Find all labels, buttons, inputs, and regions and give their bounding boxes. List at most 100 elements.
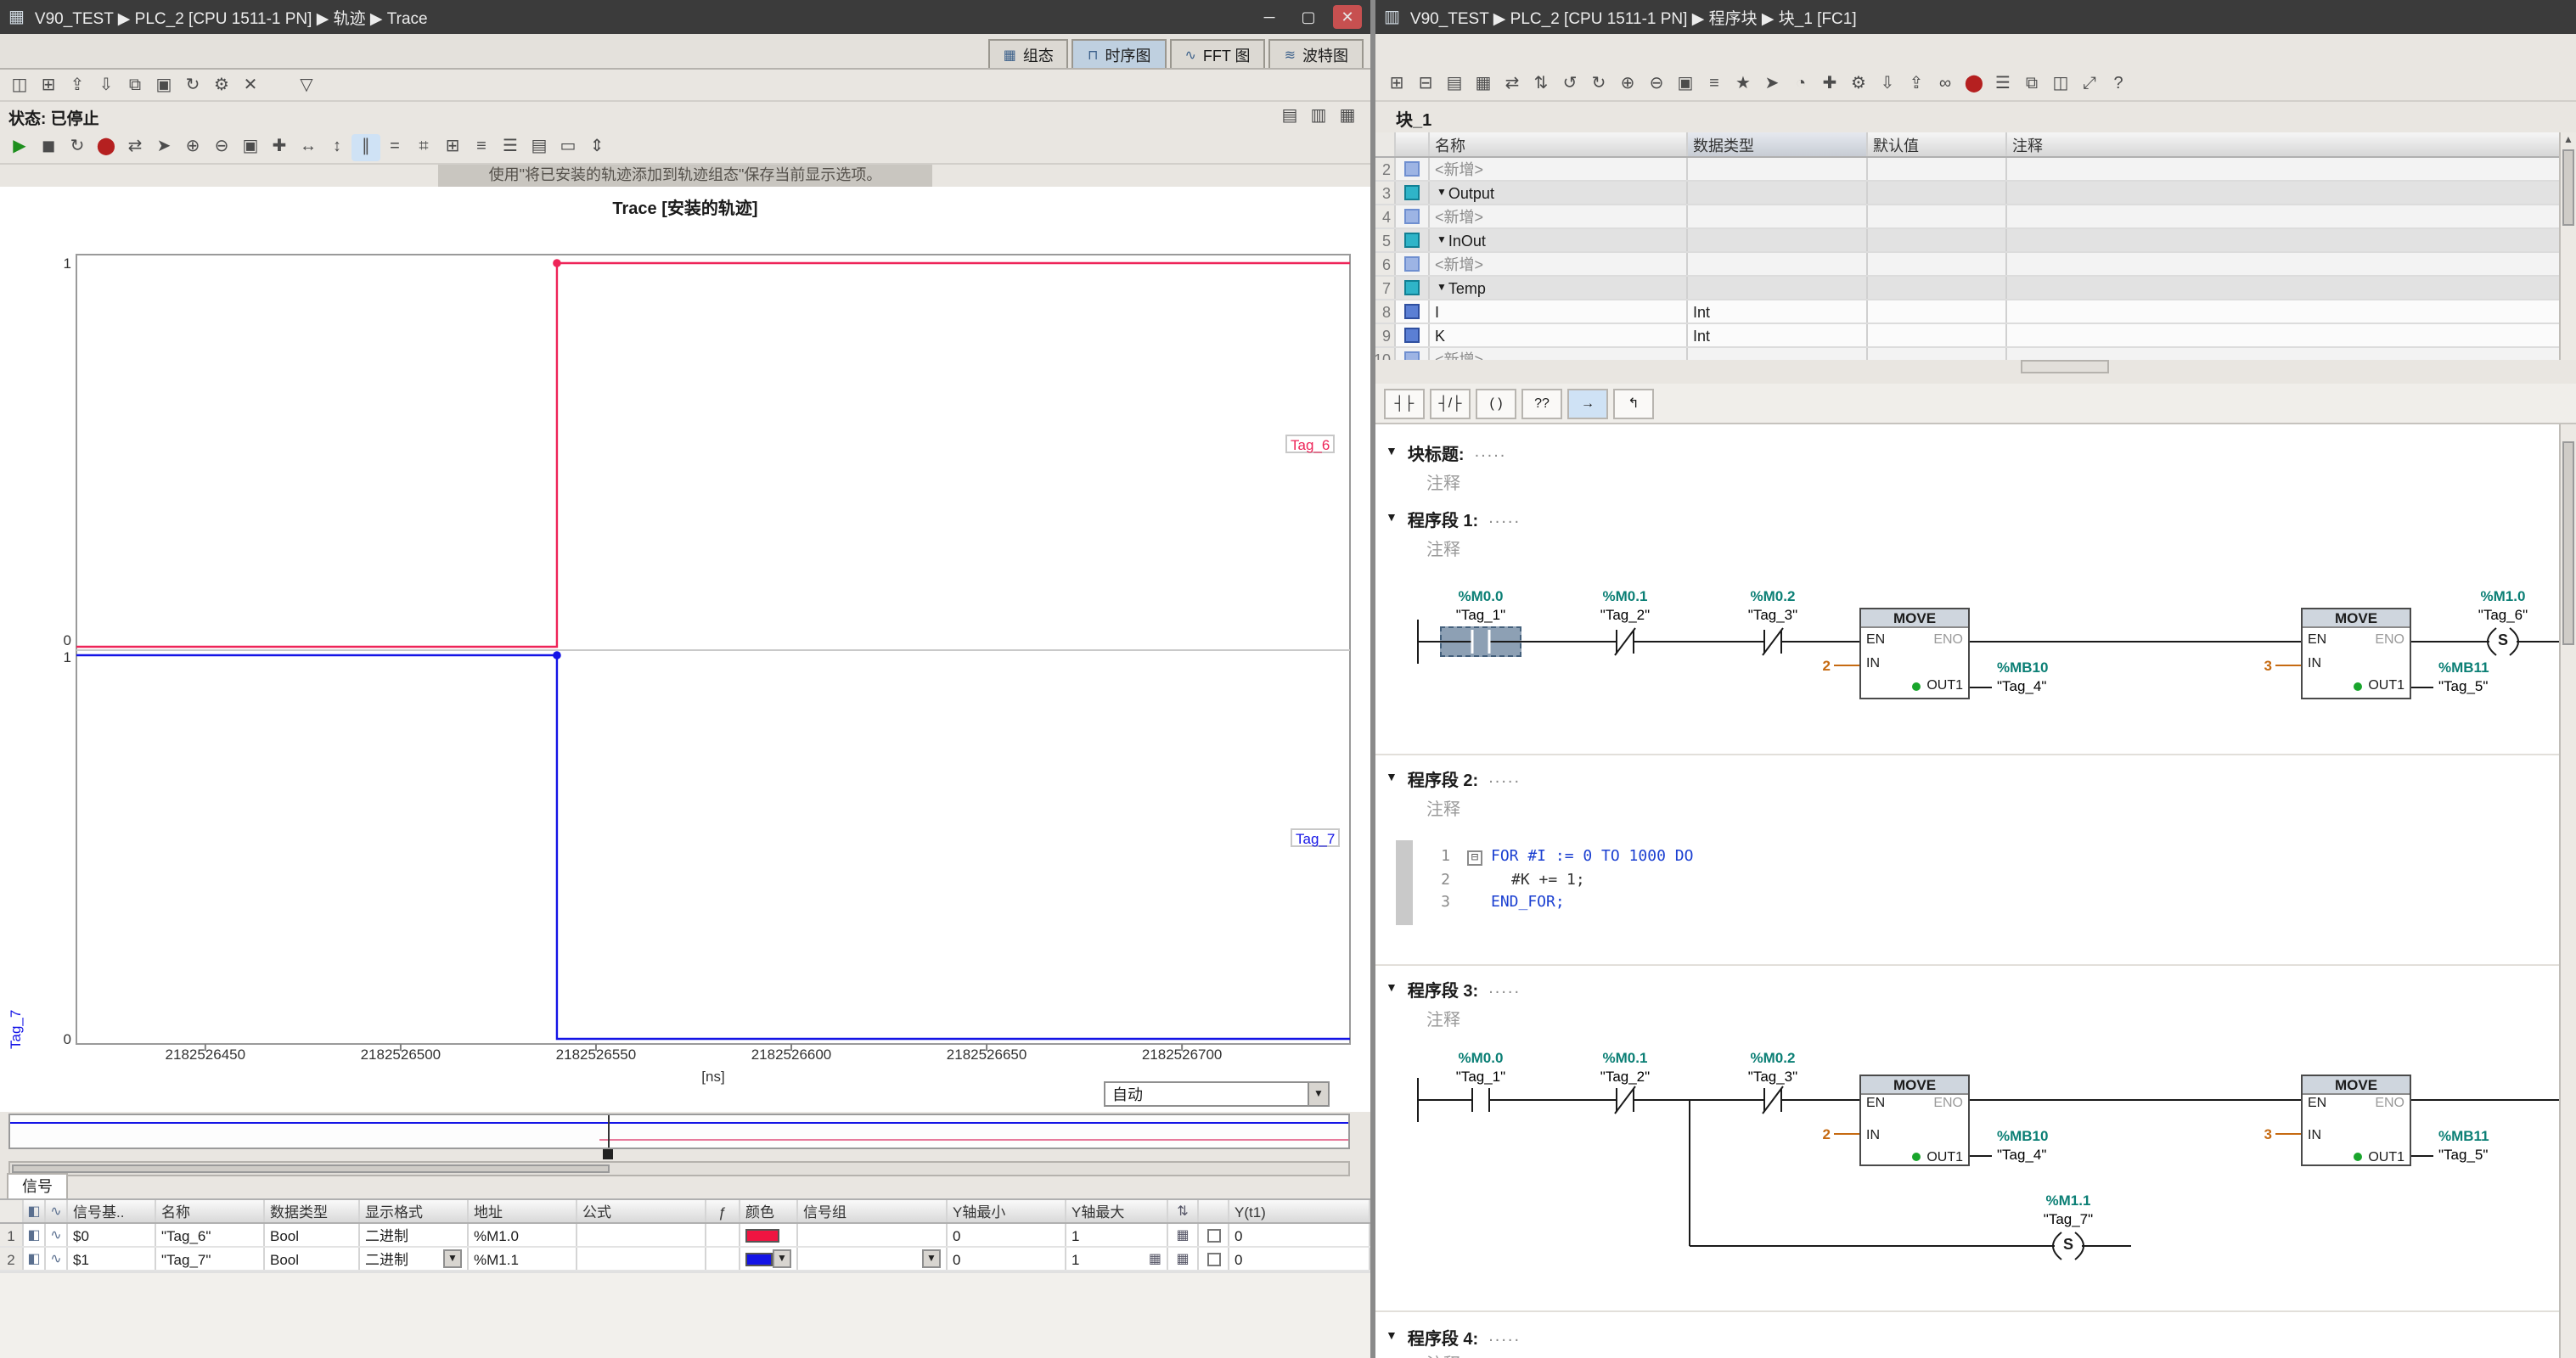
color-swatch-red[interactable] xyxy=(745,1228,779,1242)
header-y-t1[interactable]: Y(t1) xyxy=(1229,1200,1370,1222)
header-address[interactable]: 地址 xyxy=(469,1200,577,1222)
interface-row-variable-k[interactable]: 9 K Int xyxy=(1375,324,2559,348)
collapse-icon[interactable]: ▼ xyxy=(1386,512,1398,524)
signal-checkbox-cell[interactable] xyxy=(1199,1224,1229,1246)
zoom-in-icon[interactable]: ⊕ xyxy=(178,133,207,160)
move1-in-value[interactable]: 2 xyxy=(1793,1125,1831,1142)
filter-icon[interactable]: ▽ xyxy=(292,71,321,98)
cross-reference-icon[interactable]: ⧉ xyxy=(2017,70,2046,98)
header-y-max[interactable]: Y轴最大 xyxy=(1066,1200,1168,1222)
interface-header-name[interactable]: 名称 xyxy=(1430,132,1688,156)
network4-header[interactable]: ▼ 程序段 4: ..... xyxy=(1386,1322,2559,1350)
signal-name-cell[interactable]: "Tag_7" xyxy=(156,1248,265,1270)
snapshot-icon[interactable]: ▣ xyxy=(149,71,178,98)
move-instruction-2[interactable]: MOVE EN ENO IN OUT1 xyxy=(2301,608,2411,699)
header-name[interactable]: 名称 xyxy=(156,1200,265,1222)
section-name[interactable]: ▼Output xyxy=(1430,182,1688,204)
undo-icon[interactable]: ↺ xyxy=(1555,70,1584,98)
contact1-address[interactable]: %M0.0 xyxy=(1430,1049,1532,1066)
absolute-operands-icon[interactable]: ▣ xyxy=(1671,70,1700,98)
signal-checkbox[interactable] xyxy=(1206,1228,1220,1242)
zoom-out-icon[interactable]: ⊖ xyxy=(207,133,236,160)
show-favorites-icon[interactable]: ★ xyxy=(1729,70,1758,98)
move1-out-tag[interactable]: "Tag_4" xyxy=(1997,677,2046,694)
color-dropdown-icon[interactable]: ▼ xyxy=(773,1249,791,1268)
set-coil-symbol[interactable]: S xyxy=(2489,631,2517,648)
signal-formula-cell[interactable] xyxy=(577,1248,706,1270)
help-icon[interactable]: ? xyxy=(2104,70,2133,98)
set-coil-tag[interactable]: "Tag_6" xyxy=(2452,606,2554,623)
code-line-3[interactable]: END_FOR; xyxy=(1491,895,1565,912)
color-swatch-blue[interactable] xyxy=(745,1252,773,1265)
signal-scale-icon[interactable]: ▦ xyxy=(1168,1248,1199,1270)
collapse-icon[interactable]: ▼ xyxy=(1437,235,1447,245)
tab-fft[interactable]: ∿ FFT 图 xyxy=(1169,39,1265,68)
add-row-icon[interactable]: ▦ xyxy=(1469,70,1498,98)
header-color[interactable]: 颜色 xyxy=(740,1200,798,1222)
contact2-address[interactable]: %M0.1 xyxy=(1574,1049,1676,1066)
interface-header-datatype[interactable]: 数据类型 xyxy=(1688,132,1868,156)
repeat-icon[interactable]: ↻ xyxy=(178,71,207,98)
section-name[interactable]: ▼InOut xyxy=(1430,229,1688,251)
empty-box-icon[interactable]: ?? xyxy=(1521,388,1562,418)
move2-out-address[interactable]: %MB11 xyxy=(2438,1127,2489,1144)
variable-datatype[interactable] xyxy=(1688,348,1868,360)
interface-header-default[interactable]: 默认值 xyxy=(1868,132,2007,156)
tab-timing-diagram[interactable]: ⊓ 时序图 xyxy=(1072,39,1167,68)
move2-out-address[interactable]: %MB11 xyxy=(2438,659,2489,676)
move1-in-value[interactable]: 2 xyxy=(1793,657,1831,674)
section-datatype[interactable] xyxy=(1688,182,1868,204)
variable-comment[interactable] xyxy=(2007,158,2559,180)
program-vertical-scrollbar[interactable] xyxy=(2559,424,2576,1358)
monitoring-icon[interactable]: ∞ xyxy=(1931,70,1960,98)
contact1-address[interactable]: %M0.0 xyxy=(1430,587,1532,604)
variable-name[interactable]: I xyxy=(1430,300,1688,323)
interface-scrollbar-thumb[interactable] xyxy=(2562,149,2574,226)
interface-row-section[interactable]: 7 ▼Temp xyxy=(1375,277,2559,300)
block-title-header[interactable]: ▼ 块标题: ..... xyxy=(1386,438,2559,465)
chart-scrollbar-thumb[interactable] xyxy=(12,1164,610,1173)
branch-coil-address[interactable]: %M1.1 xyxy=(2017,1192,2119,1209)
variable-default[interactable] xyxy=(1868,158,2007,180)
download-icon[interactable]: ⇩ xyxy=(1873,70,1902,98)
split-editor-icon[interactable]: ◫ xyxy=(2046,70,2075,98)
signals-tab[interactable]: 信号 xyxy=(7,1173,68,1198)
interface-row[interactable]: 6 <新增> xyxy=(1375,253,2559,277)
code-fold-icon[interactable]: ⊟ xyxy=(1467,850,1482,866)
signal-ymin-cell[interactable]: 0 xyxy=(948,1224,1066,1246)
network2-header[interactable]: ▼ 程序段 2: ..... xyxy=(1386,764,2559,791)
stack-signals-icon[interactable]: ▤ xyxy=(525,133,554,160)
insert-row-icon[interactable]: ▤ xyxy=(1440,70,1469,98)
maximize-button[interactable]: ▢ xyxy=(1294,5,1323,29)
autoscale-icon[interactable]: ⇕ xyxy=(582,133,611,160)
network2-comment[interactable]: 注释 xyxy=(1426,794,1460,820)
signal-group-cell[interactable] xyxy=(798,1224,948,1246)
contact3-tag[interactable]: "Tag_3" xyxy=(1722,1068,1824,1085)
interface-row-section[interactable]: 5 ▼InOut xyxy=(1375,229,2559,253)
record-icon[interactable]: ⬤ xyxy=(92,133,121,160)
coil-icon[interactable]: ( ) xyxy=(1476,388,1516,418)
delete-network-icon[interactable]: ⊟ xyxy=(1411,70,1440,98)
variable-default[interactable] xyxy=(1868,348,2007,360)
trace-line-tag7[interactable] xyxy=(76,655,1350,1039)
move2-in-value[interactable]: 3 xyxy=(2235,1125,2272,1142)
grid-view-icon[interactable]: ▦ xyxy=(1333,103,1362,130)
collapse-icon[interactable]: ▼ xyxy=(1386,446,1398,457)
header-sort-icon[interactable]: ⇅ xyxy=(1168,1200,1199,1222)
free-form-comment-icon[interactable]: ◔ xyxy=(1786,70,1815,98)
contact2-address[interactable]: %M0.1 xyxy=(1574,587,1676,604)
signal-fx-cell[interactable] xyxy=(706,1248,740,1270)
collapse-icon[interactable]: ▼ xyxy=(1437,283,1447,293)
restart-trace-icon[interactable]: ↻ xyxy=(63,133,92,160)
signal-scale-icon[interactable]: ▦ xyxy=(1168,1224,1199,1246)
variable-datatype[interactable] xyxy=(1688,253,1868,275)
swap-icon[interactable]: ⇄ xyxy=(1498,70,1527,98)
section-name[interactable]: ▼Temp xyxy=(1430,277,1688,299)
signal-checkbox[interactable] xyxy=(1206,1252,1220,1265)
section-comment[interactable] xyxy=(2007,182,2559,204)
interface-row[interactable]: 4 <新增> xyxy=(1375,205,2559,229)
contact3-address[interactable]: %M0.2 xyxy=(1722,587,1824,604)
signal-datatype-cell[interactable]: Bool xyxy=(265,1224,360,1246)
insert-measurement-icon[interactable]: ⊞ xyxy=(34,71,63,98)
signal-color-cell[interactable] xyxy=(740,1224,798,1246)
